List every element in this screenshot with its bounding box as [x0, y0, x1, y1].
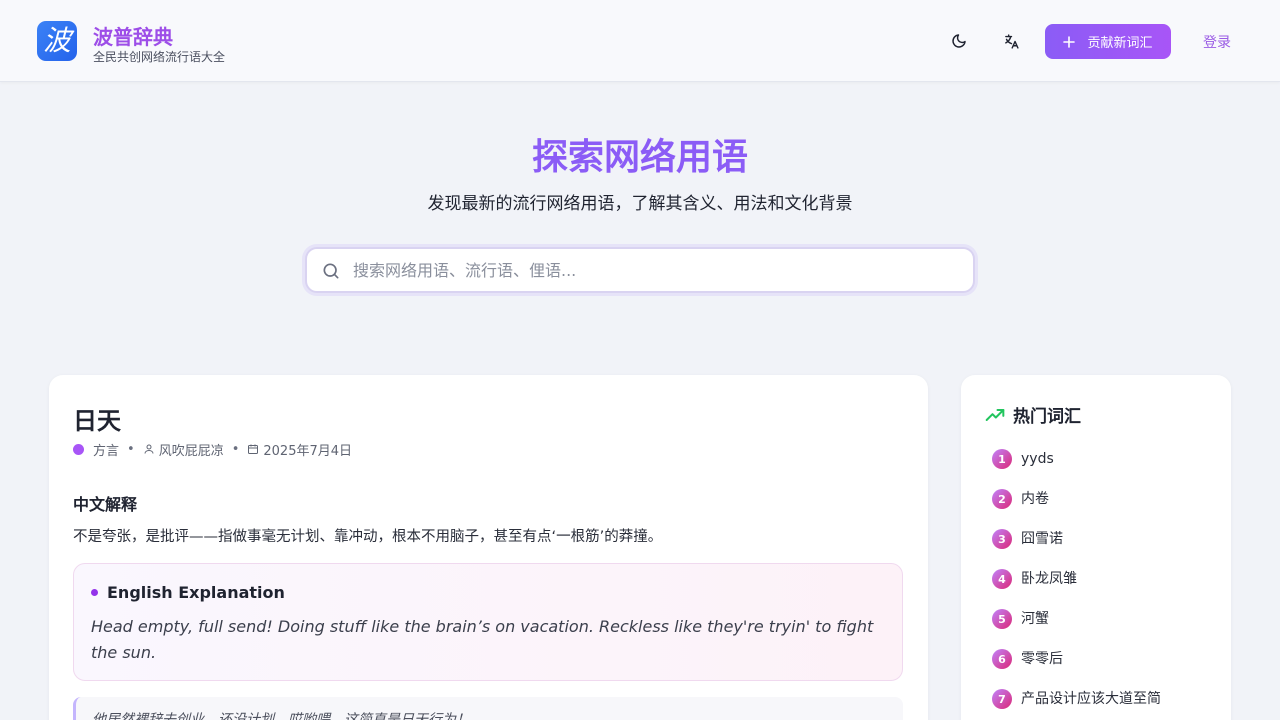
hot-word-label: 囧雪诺 [1021, 531, 1063, 547]
list-item[interactable]: 2 内卷 [992, 489, 1161, 529]
en-explanation: Head empty, full send! Doing stuff like … [91, 617, 874, 662]
rank-badge: 5 [992, 609, 1012, 629]
hot-word-label: 河蟹 [1021, 611, 1049, 627]
list-item[interactable]: 7 产品设计应该大道至简 [992, 689, 1161, 720]
rank-badge: 1 [992, 449, 1012, 469]
dark-mode-toggle[interactable] [946, 28, 972, 54]
hero-title: 探索网络用语 [531, 137, 748, 178]
category-dot [73, 443, 84, 455]
hot-word-label: 零零后 [1021, 651, 1063, 667]
hot-word-label: 卧龙凤雏 [1021, 571, 1077, 587]
list-item[interactable]: 6 零零后 [992, 649, 1161, 689]
top-header: 波 波普辞典 全民共创网络流行语大全 贡献新词汇 登录 [0, 0, 1280, 82]
hot-word-label: 内卷 [1021, 491, 1049, 507]
english-explanation-box: English Explanation Head empty, full sen… [73, 563, 903, 681]
language-toggle[interactable] [998, 28, 1024, 54]
hot-words-title: 热门词汇 [1013, 407, 1081, 427]
search-icon [323, 263, 339, 279]
word-title[interactable]: 日天 [73, 401, 121, 436]
meta-separator: • [231, 441, 240, 457]
rank-badge: 6 [992, 649, 1012, 669]
list-item[interactable]: 1 yyds [992, 449, 1161, 489]
hot-word-label: 产品设计应该大道至简 [1021, 691, 1161, 707]
list-item[interactable]: 3 囧雪诺 [992, 529, 1161, 569]
hero-subtitle: 发现最新的流行网络用语，了解其含义、用法和文化背景 [427, 194, 853, 214]
cn-heading: 中文解释 [73, 495, 138, 514]
plus-icon [1063, 35, 1076, 48]
cn-explanation: 不是夸张，是批评——指做事毫无计划、靠冲动，根本不用脑子，甚至有点‘一根筋’的莽… [73, 529, 663, 545]
list-item[interactable]: 5 河蟹 [992, 609, 1161, 649]
hot-word-label: yyds [1021, 451, 1054, 467]
moon-icon [952, 34, 966, 48]
entry-card: 日天 方言 • 风吹屁屁凉 • 2025年7月4日 中文解释 不是夸张，是批评—… [49, 375, 928, 720]
rank-badge: 4 [992, 569, 1012, 589]
list-item[interactable]: 4 卧龙凤雏 [992, 569, 1161, 609]
rank-badge: 7 [992, 689, 1012, 709]
en-heading-label: English Explanation [107, 583, 285, 602]
brand-subtitle: 全民共创网络流行语大全 [93, 50, 226, 64]
author-name[interactable]: 风吹屁屁凉 [159, 440, 224, 459]
entry-meta: 方言 • 风吹屁屁凉 • 2025年7月4日 [73, 440, 353, 459]
logo-icon[interactable]: 波 [37, 21, 77, 61]
hot-words-list: 1 yyds 2 内卷 3 囧雪诺 4 卧龙凤雏 5 河蟹 6 零零后 7 产品设计应该大道至… [992, 449, 1161, 720]
search-input[interactable] [353, 249, 953, 291]
search-box [305, 247, 975, 293]
bullet-dot [91, 589, 98, 596]
trending-up-icon [985, 408, 1005, 421]
category-label[interactable]: 方言 [93, 440, 119, 459]
en-heading: English Explanation [91, 583, 285, 602]
example-quote: 他居然裸辞去创业，还没计划，哎哟喂，这简直是日天行为！ [73, 697, 903, 720]
rank-badge: 3 [992, 529, 1012, 549]
meta-separator: • [127, 441, 135, 457]
rank-badge: 2 [992, 489, 1012, 509]
login-link[interactable]: 登录 [1203, 32, 1231, 52]
entry-date: 2025年7月4日 [263, 443, 353, 459]
calendar-icon [248, 444, 259, 454]
user-icon [144, 444, 154, 454]
brand-title[interactable]: 波普辞典 [93, 21, 173, 50]
translate-icon [1004, 33, 1019, 49]
contribute-button[interactable]: 贡献新词汇 [1045, 24, 1171, 59]
hot-words-panel: 热门词汇 1 yyds 2 内卷 3 囧雪诺 4 卧龙凤雏 5 河蟹 6 零零后 7 产品设计… [961, 375, 1231, 720]
hot-words-heading: 热门词汇 [985, 402, 1081, 427]
contribute-label: 贡献新词汇 [1087, 36, 1153, 51]
